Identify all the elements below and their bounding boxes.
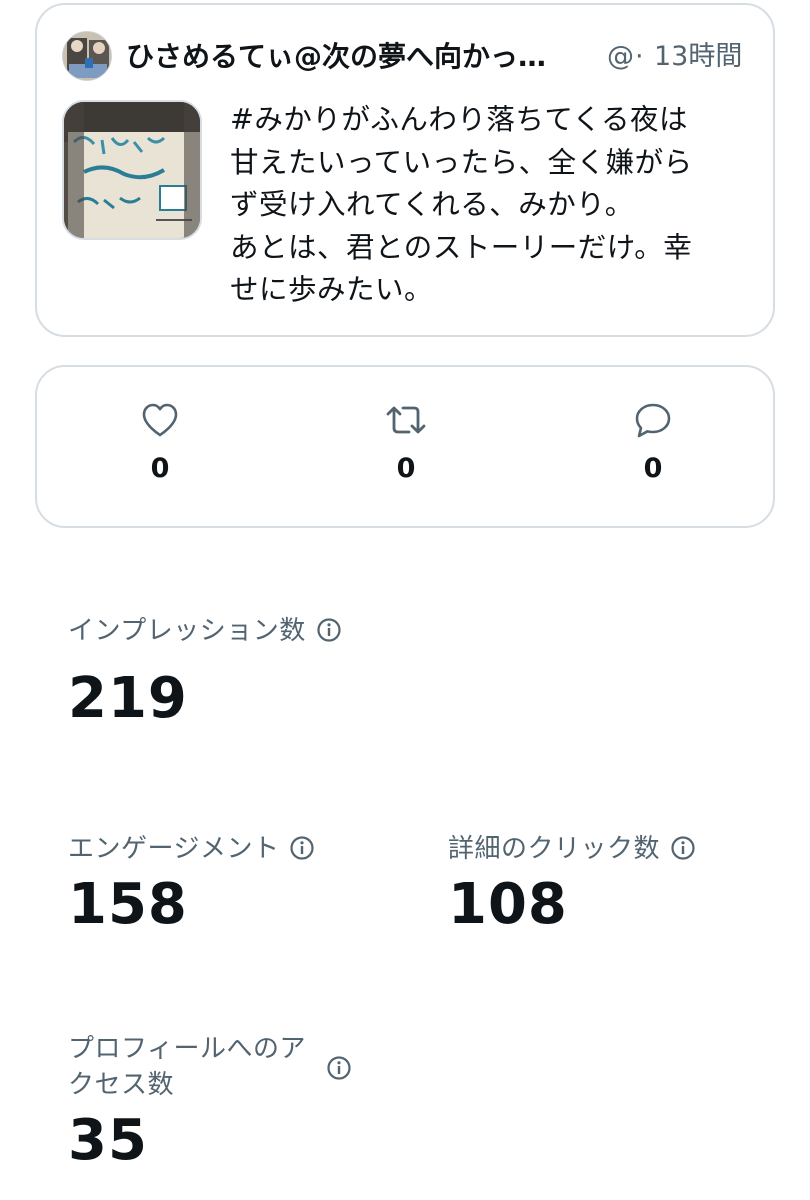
profile-visits-metric: プロフィールへのア クセス数 35 [68,1031,368,1173]
reply-action[interactable]: 0 [613,402,693,486]
engagements-value: 158 [68,872,188,937]
engagement-card: 0 0 0 [35,365,775,528]
tweet-media-thumbnail[interactable] [62,100,202,240]
impressions-label-text: インプレッション数 [68,616,306,646]
retweet-action[interactable]: 0 [366,402,446,486]
profile-visits-label-text: プロフィールへのア クセス数 [68,1034,306,1100]
user-handle[interactable]: @ [607,37,635,77]
tweet-timestamp[interactable]: 13時間 [654,37,742,77]
info-icon[interactable] [326,1055,352,1081]
heart-icon [142,403,178,437]
detail-clicks-label-text: 詳細のクリック数 [448,834,661,864]
engagements-metric: エンゲージメント 158 [68,831,315,937]
tweet-text: #みかりがふんわり落ちてくる夜は 甘えたいっていったら、全く嫌がら ず受け入れて… [230,103,693,306]
detail-clicks-metric: 詳細のクリック数 108 [448,831,696,937]
display-name[interactable]: ひさめるてぃ@次の夢へ向かっ… [126,37,596,77]
info-icon[interactable] [289,835,315,861]
tweet-header: ひさめるてぃ@次の夢へ向かっ… @ · 13時間 [62,29,752,85]
detail-clicks-value: 108 [448,872,568,937]
detail-clicks-label: 詳細のクリック数 [448,831,696,867]
profile-visits-label: プロフィールへのア クセス数 [68,1031,368,1103]
separator-dot: · [635,41,644,72]
impressions-value: 219 [68,666,188,731]
like-action[interactable]: 0 [120,402,200,486]
retweet-count: 0 [396,453,416,484]
reply-icon [635,403,671,438]
info-icon[interactable] [316,617,342,643]
profile-visits-value: 35 [68,1108,148,1173]
retweet-icon [386,406,426,434]
like-count: 0 [150,453,170,484]
impressions-metric: インプレッション数 219 [68,613,342,731]
avatar[interactable] [62,31,112,81]
impressions-label: インプレッション数 [68,613,342,649]
info-icon[interactable] [670,835,696,861]
reply-count: 0 [643,453,663,484]
engagements-label: エンゲージメント [68,831,315,867]
engagements-label-text: エンゲージメント [68,834,280,864]
tweet-card[interactable]: ひさめるてぃ@次の夢へ向かっ… @ · 13時間 #みかりがふんわり落ちてくる夜… [35,3,775,337]
